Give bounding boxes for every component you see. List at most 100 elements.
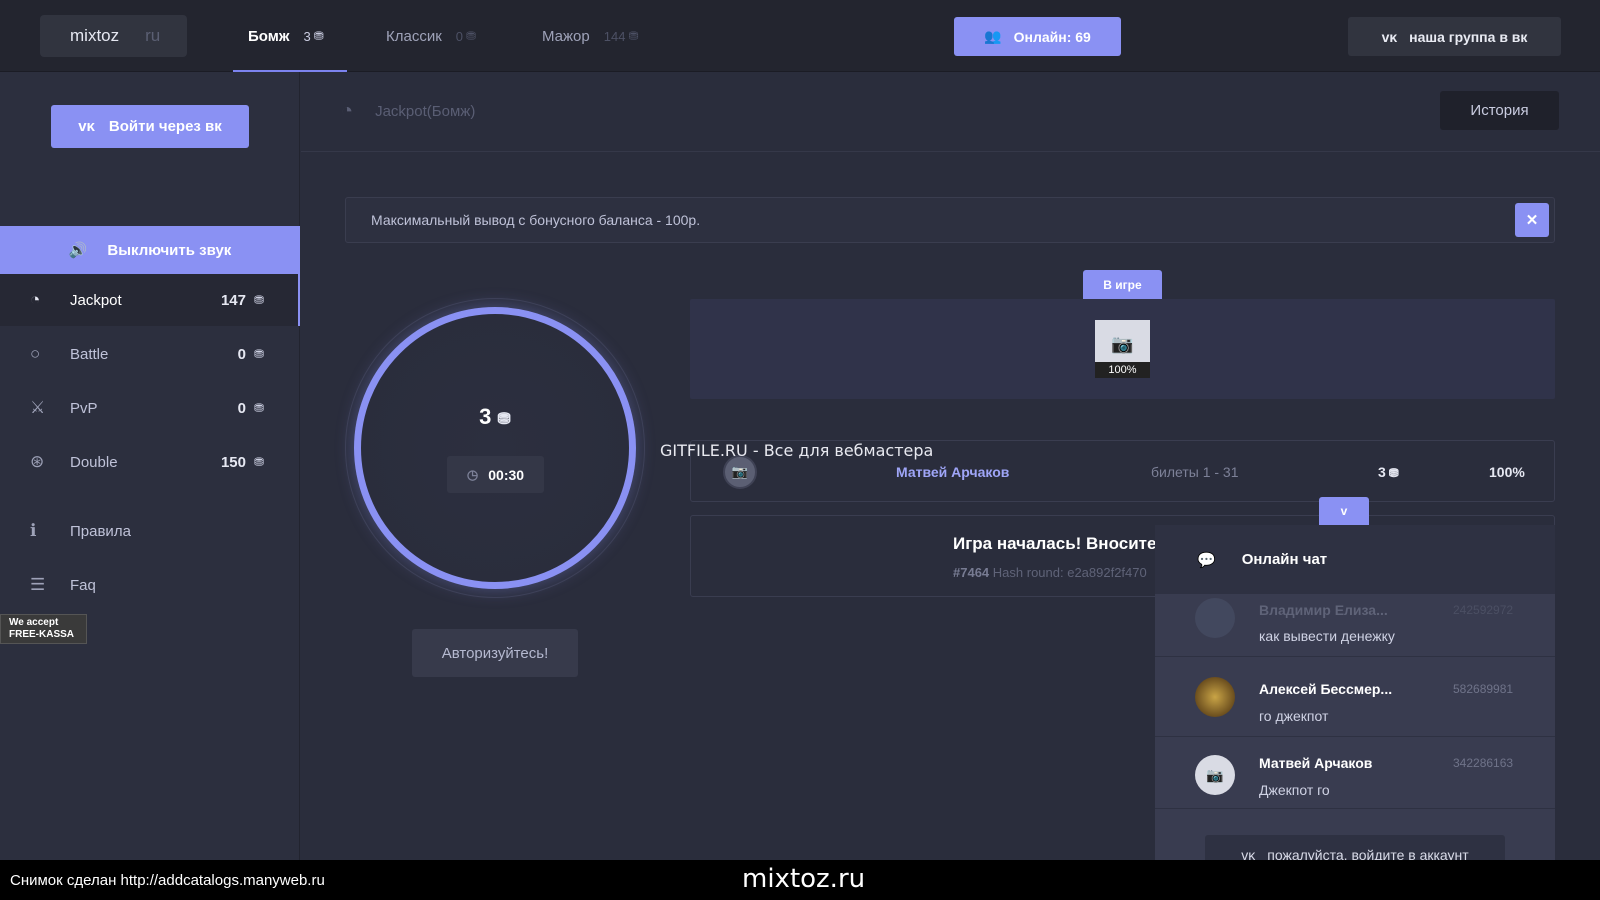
chat-message-text: Джекпот го [1259,782,1330,798]
vk-group-button[interactable]: ᴠᴋ наша группа в вк [1348,17,1561,56]
in-game-tab[interactable]: В игре [1083,270,1162,299]
page-title: ◔ Jackpot(Бомж) [341,100,475,123]
circle-icon: ○ [30,344,41,363]
coins-icon: ⛃ [254,347,265,361]
logo-main-text: mixtoz [70,26,120,45]
chat-bubbles-icon: 💬 [1197,551,1216,569]
bank-value: 3 [479,404,492,429]
screenshot-caption-bar: Снимок сделан http://addcatalogs.manyweb… [0,860,1600,900]
bet-percent: 100% [1489,464,1525,480]
chat-message-user-id: 242592972 [1453,603,1514,617]
chat-message: Алексей Бессмер... 582689981 го джекпот [1155,657,1555,737]
notice-banner: Максимальный вывод с бонусного баланса -… [345,197,1555,243]
chat-message: Владимир Елиза... 242592972 как вывести … [1155,594,1555,657]
player-avatar[interactable]: 📷 100% [1095,320,1150,378]
vk-icon: ᴠᴋ [1241,847,1256,860]
timer-value: 00:30 [488,466,525,483]
vk-icon: ᴠᴋ [78,118,95,135]
authorize-button[interactable]: Авторизуйтесь! [412,629,578,677]
caption-left-text: Снимок сделан http://addcatalogs.manyweb… [10,872,325,889]
room-tab-label: Классик [386,27,442,45]
sidebar-item-label: Battle [70,345,109,363]
camera-icon[interactable]: 📷 [1195,755,1235,795]
room-tab-major[interactable]: Мажор 144 ⛃ [542,0,639,72]
clock-icon: ◷ [466,466,479,482]
wheel-icon: ⊛ [30,452,45,471]
round-hash-text: Hash round: e2a892f2f470 [992,565,1147,580]
history-button[interactable]: История [1440,91,1559,130]
coins-icon: ⛃ [254,401,265,415]
chat-message-author[interactable]: Матвей Арчаков [1259,755,1372,771]
avatar[interactable] [1195,598,1235,638]
room-tab-classic[interactable]: Классик 0 ⛃ [386,0,476,72]
chat-login-label: пожалуйста, войдите в аккаунт [1267,847,1469,860]
chat-message-author[interactable]: Алексей Бессмер... [1259,681,1392,697]
watermark-text: GITFILE.RU - Все для вебмастера [660,441,934,460]
avatar[interactable] [1195,677,1235,717]
jackpot-icon: ◔ [30,290,41,309]
site-logo[interactable]: mixtoz ru [40,15,187,57]
camera-icon: 📷 [1111,334,1134,354]
player-chance: 100% [1095,362,1150,378]
sidebar-item-value: 0 [237,399,246,417]
coins-icon: ⛃ [628,29,639,43]
close-icon[interactable]: ✕ [1515,203,1549,237]
bet-amount-value: 3 [1378,464,1386,480]
crossed-swords-icon: ⚔ [30,398,46,417]
chat-message-user-id: 342286163 [1453,756,1514,770]
notice-text: Максимальный вывод с бонусного баланса -… [371,212,701,228]
jackpot-progress-ring [354,307,636,589]
list-icon: ☰ [30,575,46,594]
sidebar-item-label: Faq [70,576,96,594]
badge-line: FREE-KASSA [9,629,75,640]
vk-login-label: Войти через вк [108,118,222,135]
badge-line: We accept [9,617,59,628]
caption-center-text: mixtoz.ru [742,864,866,894]
top-header: mixtoz ru Бомж 3 ⛃ Классик 0 ⛃ Мажор 144… [0,0,1600,72]
chat-message-author[interactable]: Владимир Елиза... [1259,602,1388,618]
sidebar: ᴠᴋ Войти через вк 🔊 Выключить звук ◔ Jac… [0,72,300,860]
room-tab-label: Мажор [542,27,590,45]
coins-icon: ⛃ [1388,466,1399,480]
sidebar-item-battle[interactable]: ○ Battle 0 ⛃ [0,328,300,380]
chat-toggle-button[interactable]: v [1319,497,1369,525]
round-id: #7464 [953,565,990,580]
coins-icon: ⛃ [254,455,265,469]
coins-icon: ⛃ [254,293,265,307]
sidebar-item-pvp[interactable]: ⚔ PvP 0 ⛃ [0,382,300,434]
room-tab-bomzh[interactable]: Бомж 3 ⛃ [233,0,347,72]
sidebar-item-value: 0 [237,345,246,363]
sidebar-item-value: 150 [220,453,246,471]
sidebar-item-label: Jackpot [70,291,122,309]
sidebar-item-value: 147 [220,291,246,309]
sidebar-item-rules[interactable]: ℹ Правила [0,505,300,557]
room-tab-count: 0 [455,28,464,44]
online-chat-panel: 💬 Онлайн чат Владимир Елиза... 242592972… [1155,525,1555,860]
coins-icon: ⛃ [497,411,511,428]
chat-title: Онлайн чат [1241,551,1328,568]
logo-suffix-text: ru [145,26,161,45]
bet-amount: 3 ⛃ [1378,464,1399,480]
sidebar-item-jackpot[interactable]: ◔ Jackpot 147 ⛃ [0,274,300,326]
chat-message-text: го джекпот [1259,708,1329,724]
round-hash: #7464 Hash round: e2a892f2f470 [953,565,1147,580]
sidebar-item-double[interactable]: ⊛ Double 150 ⛃ [0,436,300,488]
chat-login-button[interactable]: ᴠᴋ пожалуйста, войдите в аккаунт [1205,835,1505,860]
mute-sound-button[interactable]: 🔊 Выключить звук [0,226,300,274]
bet-player-name[interactable]: Матвей Арчаков [896,464,1009,480]
mute-sound-label: Выключить звук [107,241,232,259]
online-users-button[interactable]: 👥 Онлайн: 69 [954,17,1121,56]
vk-login-button[interactable]: ᴠᴋ Войти через вк [51,105,249,148]
users-icon: 👥 [984,28,1002,44]
sidebar-item-label: Double [70,453,118,471]
chat-message: 📷 Матвей Арчаков 342286163 Джекпот го [1155,737,1555,809]
sidebar-item-label: Правила [70,522,131,540]
jackpot-icon: ◔ [341,100,354,122]
sidebar-item-faq[interactable]: ☰ Faq [0,559,300,611]
free-kassa-badge[interactable]: We accept FREE-KASSA [0,614,87,644]
chat-message-text: как вывести денежку [1259,628,1395,644]
coins-icon: ⛃ [313,29,324,43]
speaker-icon: 🔊 [68,242,88,259]
info-icon: ℹ [30,521,37,540]
bank-amount: 3 ⛃ [445,404,545,430]
